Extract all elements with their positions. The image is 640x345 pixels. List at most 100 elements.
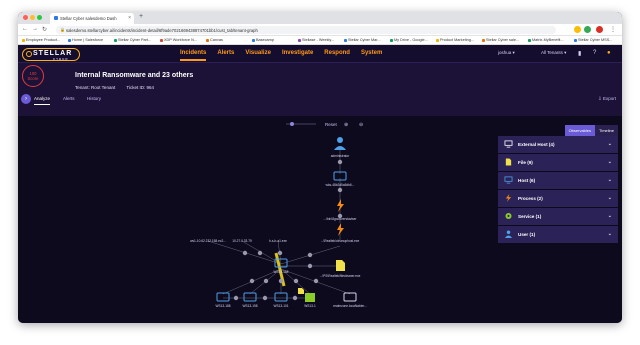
notification-icon[interactable]: ●	[607, 50, 611, 56]
chevron-down-icon[interactable]: ⌄	[608, 195, 612, 201]
forward-arrow-icon[interactable]: →	[32, 26, 38, 32]
bookmark-item[interactable]: Matrix-MyBenefit...	[528, 38, 564, 42]
stellar-cyber-logo[interactable]: STELLAR CYBER	[22, 48, 80, 61]
bookmarks-bar: Employee Product... Home | Salesforce Stel…	[18, 36, 622, 45]
nav-investigate[interactable]: Investigate	[282, 50, 313, 56]
node-label: administrator	[331, 154, 350, 158]
close-tab-icon[interactable]: ×	[128, 15, 131, 21]
graph-process-node[interactable]: ...\Realtek\cleanuphost.exe	[321, 223, 360, 243]
graph-toolbar: Reset ⊕ ⊖	[286, 122, 363, 128]
bookmark-item[interactable]: Stellar Cyber Mar...	[344, 38, 381, 42]
profile-avatar[interactable]	[596, 26, 603, 33]
bookmark-favicon-icon	[344, 38, 347, 42]
chevron-down-icon[interactable]: ⌄	[608, 141, 612, 147]
close-window-button[interactable]	[23, 15, 28, 20]
tab-analyze[interactable]: Analyze	[34, 96, 51, 105]
bookmark-item[interactable]: My Drive - Google...	[390, 38, 428, 42]
maximize-window-button[interactable]	[37, 15, 42, 20]
favicon-icon	[54, 16, 58, 20]
bookmark-item[interactable]: XDP Workforce N...	[160, 38, 197, 42]
tab-alerts[interactable]: Alerts	[63, 96, 75, 101]
external-host-label[interactable]: h-s-b-a1.exe	[269, 239, 287, 243]
bookmark-item[interactable]: Canvas	[206, 38, 223, 42]
browser-tab[interactable]: Stellar Cyber salesdemo Dash ×	[50, 13, 134, 24]
bookmark-item[interactable]: Home | Salesforce	[68, 38, 103, 42]
nav-incidents[interactable]: Incidents	[180, 50, 207, 61]
bookmark-item[interactable]: Stellar Cyber MSS...	[574, 38, 612, 42]
gear-icon	[505, 212, 512, 220]
bookmark-favicon-icon	[390, 38, 393, 42]
graph-host-node[interactable]: WS13-198	[242, 292, 258, 308]
bookmark-item[interactable]: Stellar Cyber Part...	[114, 38, 151, 42]
bookmark-item[interactable]: Basecamp	[252, 38, 274, 42]
zoom-out-icon[interactable]: ⊖	[359, 122, 363, 128]
observable-label: External Host (4)	[518, 142, 555, 147]
graph-host-node[interactable]: WS13-188	[215, 292, 231, 308]
chevron-down-icon[interactable]: ⌄	[608, 159, 612, 165]
bookmark-icon[interactable]: ▮	[578, 50, 581, 57]
extension-icon[interactable]	[584, 26, 591, 33]
nav-visualize[interactable]: Visualize	[245, 50, 271, 56]
help-icon[interactable]: ?	[593, 50, 596, 56]
minimize-window-button[interactable]	[30, 15, 35, 20]
external-host-label[interactable]: 10.27.0.33.79	[232, 239, 252, 243]
collapse-arrow-icon[interactable]: ›	[21, 94, 31, 104]
browser-tab-title: Stellar Cyber salesdemo Dash	[60, 16, 117, 21]
reload-icon[interactable]: ↻	[42, 26, 47, 33]
panel-tabs: Observables Timeline	[564, 119, 618, 136]
observable-file[interactable]: File (9) ⌄	[498, 154, 618, 171]
bookmark-item[interactable]: Product Marketing...	[436, 38, 474, 42]
new-tab-button[interactable]: +	[139, 13, 143, 20]
observable-process[interactable]: Process (2) ⌄	[498, 190, 618, 207]
bookmark-label: XDP Workforce N...	[164, 38, 197, 42]
logo-subtext: CYBER	[53, 57, 69, 61]
lock-icon: 🔒	[60, 27, 65, 32]
bookmark-item[interactable]: Stellase - Weekly...	[298, 38, 334, 42]
graph-process-node[interactable]: ...\bin\8goouverstaviser	[324, 199, 358, 221]
nav-system[interactable]: System	[361, 50, 382, 56]
tenant-selector[interactable]: All Tenants ▾	[541, 50, 566, 56]
incident-meta: Tenant: Root Tenant Ticket ID: 964	[75, 85, 164, 90]
chevron-down-icon[interactable]: ⌄	[608, 213, 612, 219]
zoom-slider-handle[interactable]	[290, 122, 294, 126]
bookmark-item[interactable]: Stellar Cyber sale...	[482, 38, 519, 42]
tab-timeline[interactable]: Timeline	[595, 125, 618, 136]
tab-observables[interactable]: Observables	[564, 125, 596, 136]
app-header: STELLAR CYBER Incidents Alerts Visualize In…	[18, 45, 622, 63]
chevron-down-icon[interactable]: ⌄	[608, 231, 612, 237]
reset-button[interactable]: Reset	[325, 122, 338, 127]
observable-user[interactable]: User (1) ⌄	[498, 226, 618, 243]
observable-external-host[interactable]: External Host (4) ⌄	[498, 136, 618, 153]
extension-icon[interactable]	[574, 26, 581, 33]
user-menu[interactable]: joshua ▾	[498, 50, 515, 56]
external-host-label[interactable]: ws1-10.62.232.158.ec2...	[190, 239, 226, 243]
back-arrow-icon[interactable]: ←	[22, 26, 28, 32]
main-nav: Incidents Alerts Visualize Investigate Respo…	[180, 50, 393, 61]
bookmark-item[interactable]: Employee Product...	[22, 38, 60, 42]
graph-host-node[interactable]: wks-48b2d5a5db6...	[326, 171, 355, 187]
graph-hub-host-node[interactable]: WS13.168	[274, 258, 289, 274]
browser-tab-strip: Stellar Cyber salesdemo Dash × +	[18, 12, 622, 24]
bookmark-favicon-icon	[528, 38, 531, 42]
url-input[interactable]: 🔒 salesdemo.stellarcyber.ai/incidents/in…	[56, 26, 556, 34]
bookmark-favicon-icon	[68, 38, 71, 42]
nav-respond[interactable]: Respond	[324, 50, 350, 56]
graph-host-node[interactable]: WS13-101	[273, 292, 289, 308]
bookmark-favicon-icon	[574, 38, 577, 42]
export-button[interactable]: ⇩ Export	[598, 96, 616, 102]
graph-file-node[interactable]	[298, 288, 304, 294]
tab-history[interactable]: History	[87, 96, 101, 101]
graph-user-node[interactable]: administrator	[331, 137, 350, 158]
nav-alerts[interactable]: Alerts	[217, 50, 234, 56]
bookmark-favicon-icon	[22, 38, 25, 42]
chevron-down-icon[interactable]: ⌄	[608, 177, 612, 183]
observable-service[interactable]: Service (1) ⌄	[498, 208, 618, 225]
incident-graph-canvas[interactable]: Reset ⊕ ⊖ administrator wks-48b2d5a5db6.…	[18, 116, 622, 323]
graph-file-node[interactable]: ...\PS\Realtek\filecleaner.exe	[320, 260, 361, 278]
zoom-in-icon[interactable]: ⊕	[344, 122, 348, 128]
observable-host[interactable]: Host (6) ⌄	[498, 172, 618, 189]
bookmark-label: Stellar Cyber sale...	[486, 38, 520, 42]
browser-menu-icon[interactable]: ⋮	[610, 26, 616, 33]
graph-service-node[interactable]: WS13-1	[304, 293, 316, 308]
graph-host-node[interactable]: realmzone.local\tabler...	[333, 292, 367, 308]
